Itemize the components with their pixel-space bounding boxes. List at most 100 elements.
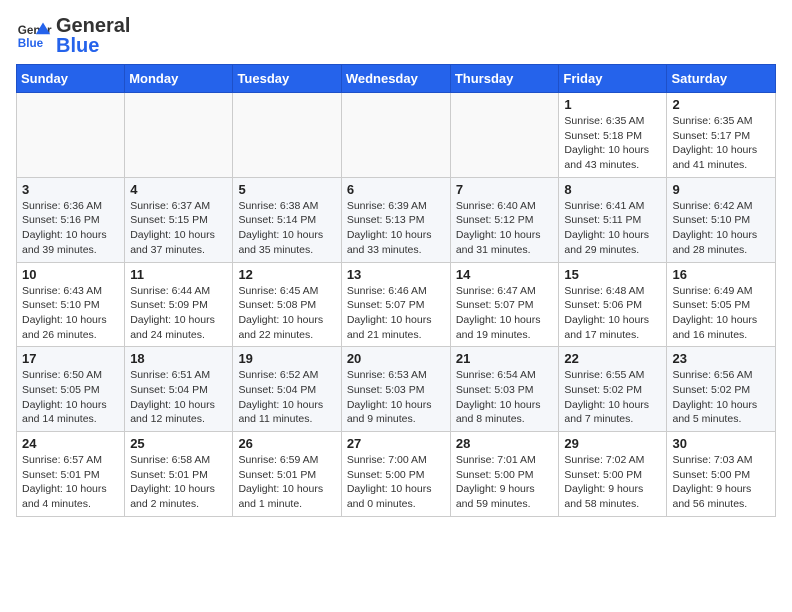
day-number: 30 — [672, 436, 770, 451]
day-info: Sunrise: 6:48 AM Sunset: 5:06 PM Dayligh… — [564, 284, 661, 343]
day-info: Sunrise: 6:44 AM Sunset: 5:09 PM Dayligh… — [130, 284, 227, 343]
calendar-week-row: 3 Sunrise: 6:36 AM Sunset: 5:16 PM Daylig… — [17, 177, 776, 262]
calendar-cell: 19 Sunrise: 6:52 AM Sunset: 5:04 PM Dayli… — [233, 347, 341, 432]
day-number: 27 — [347, 436, 445, 451]
calendar-cell: 29 Sunrise: 7:02 AM Sunset: 5:00 PM Dayli… — [559, 432, 667, 517]
calendar-cell — [450, 93, 559, 178]
day-number: 3 — [22, 182, 119, 197]
calendar-cell: 13Sunrise: 6:46 AM Sunset: 5:07 PM Dayli… — [341, 262, 450, 347]
calendar-cell: 22 Sunrise: 6:55 AM Sunset: 5:02 PM Dayli… — [559, 347, 667, 432]
calendar-week-row: 24 Sunrise: 6:57 AM Sunset: 5:01 PM Dayli… — [17, 432, 776, 517]
day-info: Sunrise: 6:52 AM Sunset: 5:04 PM Dayligh… — [238, 368, 335, 427]
calendar-cell: 18 Sunrise: 6:51 AM Sunset: 5:04 PM Dayli… — [125, 347, 233, 432]
day-number: 20 — [347, 351, 445, 366]
column-header-sunday: Sunday — [17, 65, 125, 93]
day-info: Sunrise: 7:01 AM Sunset: 5:00 PM Dayligh… — [456, 453, 554, 512]
calendar-cell: 25 Sunrise: 6:58 AM Sunset: 5:01 PM Dayli… — [125, 432, 233, 517]
day-number: 16 — [672, 267, 770, 282]
page-header: General Blue General Blue — [16, 16, 776, 56]
calendar-cell: 7 Sunrise: 6:40 AM Sunset: 5:12 PM Daylig… — [450, 177, 559, 262]
column-header-friday: Friday — [559, 65, 667, 93]
calendar-cell: 28 Sunrise: 7:01 AM Sunset: 5:00 PM Dayli… — [450, 432, 559, 517]
logo-icon: General Blue — [16, 18, 52, 54]
calendar-cell: 4Sunrise: 6:37 AM Sunset: 5:15 PM Daylig… — [125, 177, 233, 262]
day-info: Sunrise: 6:49 AM Sunset: 5:05 PM Dayligh… — [672, 284, 770, 343]
day-info: Sunrise: 6:46 AM Sunset: 5:07 PM Dayligh… — [347, 284, 445, 343]
calendar-cell: 30 Sunrise: 7:03 AM Sunset: 5:00 PM Dayli… — [667, 432, 776, 517]
calendar-table: SundayMondayTuesdayWednesdayThursdayFrid… — [16, 64, 776, 517]
day-info: Sunrise: 7:02 AM Sunset: 5:00 PM Dayligh… — [564, 453, 661, 512]
calendar-week-row: 10 Sunrise: 6:43 AM Sunset: 5:10 PM Dayli… — [17, 262, 776, 347]
day-number: 19 — [238, 351, 335, 366]
day-info: Sunrise: 6:38 AM Sunset: 5:14 PM Dayligh… — [238, 199, 335, 258]
calendar-cell: 8 Sunrise: 6:41 AM Sunset: 5:11 PM Daylig… — [559, 177, 667, 262]
day-number: 8 — [564, 182, 661, 197]
day-info: Sunrise: 6:51 AM Sunset: 5:04 PM Dayligh… — [130, 368, 227, 427]
day-number: 7 — [456, 182, 554, 197]
calendar-cell: 6 Sunrise: 6:39 AM Sunset: 5:13 PM Daylig… — [341, 177, 450, 262]
day-number: 22 — [564, 351, 661, 366]
calendar-cell: 9 Sunrise: 6:42 AM Sunset: 5:10 PM Daylig… — [667, 177, 776, 262]
day-number: 15 — [564, 267, 661, 282]
day-info: Sunrise: 7:03 AM Sunset: 5:00 PM Dayligh… — [672, 453, 770, 512]
calendar-cell — [233, 93, 341, 178]
day-info: Sunrise: 6:41 AM Sunset: 5:11 PM Dayligh… — [564, 199, 661, 258]
day-info: Sunrise: 6:45 AM Sunset: 5:08 PM Dayligh… — [238, 284, 335, 343]
day-number: 28 — [456, 436, 554, 451]
calendar-cell: 26 Sunrise: 6:59 AM Sunset: 5:01 PM Dayli… — [233, 432, 341, 517]
calendar-week-row: 17 Sunrise: 6:50 AM Sunset: 5:05 PM Dayli… — [17, 347, 776, 432]
day-number: 25 — [130, 436, 227, 451]
day-info: Sunrise: 6:54 AM Sunset: 5:03 PM Dayligh… — [456, 368, 554, 427]
day-number: 17 — [22, 351, 119, 366]
day-number: 6 — [347, 182, 445, 197]
day-number: 11 — [130, 267, 227, 282]
calendar-cell: 14 Sunrise: 6:47 AM Sunset: 5:07 PM Dayli… — [450, 262, 559, 347]
calendar-cell: 10 Sunrise: 6:43 AM Sunset: 5:10 PM Dayli… — [17, 262, 125, 347]
day-number: 18 — [130, 351, 227, 366]
day-info: Sunrise: 6:42 AM Sunset: 5:10 PM Dayligh… — [672, 199, 770, 258]
svg-text:Blue: Blue — [18, 37, 44, 50]
day-info: Sunrise: 6:36 AM Sunset: 5:16 PM Dayligh… — [22, 199, 119, 258]
day-number: 23 — [672, 351, 770, 366]
logo: General Blue General Blue — [16, 16, 130, 56]
calendar-cell: 3 Sunrise: 6:36 AM Sunset: 5:16 PM Daylig… — [17, 177, 125, 262]
calendar-cell — [17, 93, 125, 178]
column-header-wednesday: Wednesday — [341, 65, 450, 93]
day-info: Sunrise: 6:39 AM Sunset: 5:13 PM Dayligh… — [347, 199, 445, 258]
day-info: Sunrise: 6:57 AM Sunset: 5:01 PM Dayligh… — [22, 453, 119, 512]
day-info: Sunrise: 6:50 AM Sunset: 5:05 PM Dayligh… — [22, 368, 119, 427]
calendar-cell: 21 Sunrise: 6:54 AM Sunset: 5:03 PM Dayli… — [450, 347, 559, 432]
day-number: 9 — [672, 182, 770, 197]
day-number: 10 — [22, 267, 119, 282]
column-header-thursday: Thursday — [450, 65, 559, 93]
calendar-cell: 23 Sunrise: 6:56 AM Sunset: 5:02 PM Dayli… — [667, 347, 776, 432]
calendar-cell: 2Sunrise: 6:35 AM Sunset: 5:17 PM Daylig… — [667, 93, 776, 178]
day-info: Sunrise: 6:55 AM Sunset: 5:02 PM Dayligh… — [564, 368, 661, 427]
calendar-cell: 24 Sunrise: 6:57 AM Sunset: 5:01 PM Dayli… — [17, 432, 125, 517]
day-info: Sunrise: 6:43 AM Sunset: 5:10 PM Dayligh… — [22, 284, 119, 343]
day-number: 14 — [456, 267, 554, 282]
day-number: 12 — [238, 267, 335, 282]
calendar-header-row: SundayMondayTuesdayWednesdayThursdayFrid… — [17, 65, 776, 93]
column-header-saturday: Saturday — [667, 65, 776, 93]
column-header-tuesday: Tuesday — [233, 65, 341, 93]
day-info: Sunrise: 6:58 AM Sunset: 5:01 PM Dayligh… — [130, 453, 227, 512]
calendar-cell: 5 Sunrise: 6:38 AM Sunset: 5:14 PM Daylig… — [233, 177, 341, 262]
day-info: Sunrise: 6:59 AM Sunset: 5:01 PM Dayligh… — [238, 453, 335, 512]
day-number: 21 — [456, 351, 554, 366]
calendar-cell: 20 Sunrise: 6:53 AM Sunset: 5:03 PM Dayli… — [341, 347, 450, 432]
day-number: 26 — [238, 436, 335, 451]
day-info: Sunrise: 6:47 AM Sunset: 5:07 PM Dayligh… — [456, 284, 554, 343]
day-info: Sunrise: 6:56 AM Sunset: 5:02 PM Dayligh… — [672, 368, 770, 427]
day-info: Sunrise: 6:35 AM Sunset: 5:17 PM Dayligh… — [672, 114, 770, 173]
calendar-cell: 17 Sunrise: 6:50 AM Sunset: 5:05 PM Dayli… — [17, 347, 125, 432]
calendar-cell: 16 Sunrise: 6:49 AM Sunset: 5:05 PM Dayli… — [667, 262, 776, 347]
calendar-cell: 15 Sunrise: 6:48 AM Sunset: 5:06 PM Dayli… — [559, 262, 667, 347]
day-info: Sunrise: 6:53 AM Sunset: 5:03 PM Dayligh… — [347, 368, 445, 427]
day-number: 1 — [564, 97, 661, 112]
day-number: 29 — [564, 436, 661, 451]
day-number: 5 — [238, 182, 335, 197]
column-header-monday: Monday — [125, 65, 233, 93]
day-number: 24 — [22, 436, 119, 451]
day-info: Sunrise: 6:40 AM Sunset: 5:12 PM Dayligh… — [456, 199, 554, 258]
